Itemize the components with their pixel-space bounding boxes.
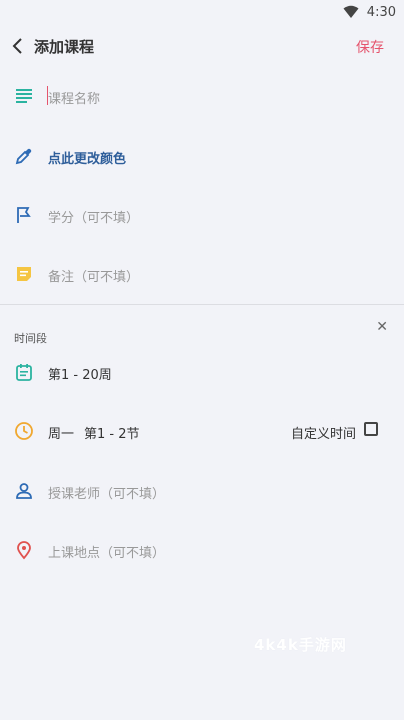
page-title: 添加课程	[34, 38, 95, 56]
periods-value[interactable]: 第1 - 2节	[84, 423, 140, 442]
credit-row[interactable]: 学分（可不填）	[0, 197, 404, 233]
location-input[interactable]: 上课地点（可不填）	[48, 542, 165, 561]
location-pin-icon	[17, 541, 31, 560]
flag-icon	[17, 207, 31, 223]
color-row[interactable]: 点此更改颜色	[0, 138, 404, 174]
course-name-input[interactable]: 课程名称	[48, 88, 100, 107]
note-icon	[17, 267, 31, 281]
custom-time-checkbox[interactable]	[364, 422, 378, 436]
credit-input[interactable]: 学分（可不填）	[48, 207, 139, 226]
day-value[interactable]: 周一	[48, 423, 74, 442]
status-time: 4:30	[366, 4, 396, 20]
course-name-row[interactable]: 课程名称	[0, 78, 404, 114]
location-row[interactable]: 上课地点（可不填）	[0, 532, 404, 568]
teacher-input[interactable]: 授课老师（可不填）	[48, 483, 165, 502]
clock-icon	[15, 422, 33, 440]
section-divider	[0, 304, 404, 305]
person-icon	[16, 483, 32, 499]
teacher-row[interactable]: 授课老师（可不填）	[0, 473, 404, 509]
calendar-icon	[16, 364, 32, 381]
weeks-row[interactable]: 第1 - 20周	[0, 354, 404, 390]
note-row[interactable]: 备注（可不填）	[0, 256, 404, 292]
close-icon[interactable]: ✕	[376, 319, 388, 335]
app-bar: 添加课程 保存	[0, 28, 404, 64]
time-section-label: 时间段	[14, 332, 47, 345]
watermark: 4k4k手游网	[254, 636, 347, 654]
custom-time-label: 自定义时间	[290, 427, 356, 442]
weeks-value[interactable]: 第1 - 20周	[48, 364, 112, 383]
time-row[interactable]: 周一 第1 - 2节 自定义时间	[0, 413, 404, 449]
dropper-icon	[15, 148, 32, 165]
status-bar: 4:30	[0, 0, 404, 24]
text-lines-icon	[16, 89, 32, 103]
back-arrow-icon[interactable]	[10, 36, 26, 56]
save-button[interactable]: 保存	[356, 37, 384, 57]
note-input[interactable]: 备注（可不填）	[48, 266, 139, 285]
change-color-button[interactable]: 点此更改颜色	[48, 148, 126, 167]
wifi-icon	[343, 5, 359, 18]
